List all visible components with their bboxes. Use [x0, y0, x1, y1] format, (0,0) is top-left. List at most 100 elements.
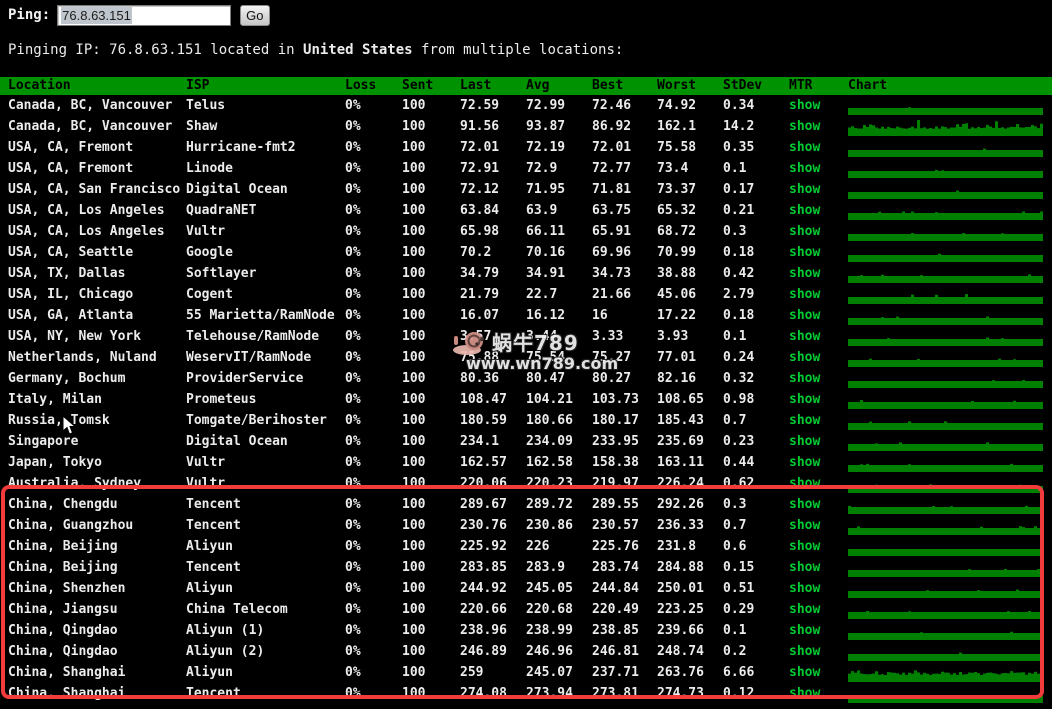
mtr-show-link[interactable]: show — [789, 371, 820, 386]
cell-worst: 38.88 — [657, 266, 697, 281]
latency-sparkline — [848, 515, 1045, 536]
ping-input[interactable]: 76.8.63.151 — [57, 4, 232, 26]
cell-best: 230.57 — [592, 518, 639, 533]
mtr-show-link[interactable]: show — [789, 266, 820, 281]
cell-worst: 274.73 — [657, 686, 704, 701]
cell-best: 237.71 — [592, 665, 639, 680]
cell-loss: 0% — [345, 224, 361, 239]
mtr-show-link[interactable]: show — [789, 182, 820, 197]
cell-stdev: 14.2 — [723, 119, 755, 134]
cell-best: 244.84 — [592, 581, 639, 596]
mtr-show-link[interactable]: show — [789, 392, 820, 407]
cell-last: 220.06 — [460, 476, 507, 491]
cell-sent: 100 — [402, 497, 426, 512]
mtr-show-link[interactable]: show — [789, 581, 820, 596]
mtr-show-link[interactable]: show — [789, 350, 820, 365]
table-row: China, Shanghai Aliyun 0% 100 259 245.07 237.7… — [0, 662, 1052, 683]
mtr-show-link[interactable]: show — [789, 476, 820, 491]
mtr-show-link[interactable]: show — [789, 686, 820, 701]
cell-sent: 100 — [402, 329, 426, 344]
cell-worst: 162.1 — [657, 119, 697, 134]
cell-stdev: 0.29 — [723, 602, 755, 617]
mtr-show-link[interactable]: show — [789, 665, 820, 680]
cell-avg: 72.99 — [526, 98, 566, 113]
cell-last: 3.57 — [460, 329, 492, 344]
mtr-show-link[interactable]: show — [789, 539, 820, 554]
cell-last: 63.84 — [460, 203, 500, 218]
mtr-show-link[interactable]: show — [789, 287, 820, 302]
mtr-show-link[interactable]: show — [789, 413, 820, 428]
mtr-show-link[interactable]: show — [789, 602, 820, 617]
cell-sent: 100 — [402, 308, 426, 323]
cell-worst: 185.43 — [657, 413, 704, 428]
cell-avg: 72.9 — [526, 161, 558, 176]
mtr-show-link[interactable]: show — [789, 98, 820, 113]
mtr-show-link[interactable]: show — [789, 644, 820, 659]
cell-stdev: 0.12 — [723, 686, 755, 701]
mtr-show-link[interactable]: show — [789, 245, 820, 260]
cell-location: Japan, Tokyo — [8, 455, 102, 470]
mtr-show-link[interactable]: show — [789, 329, 820, 344]
mtr-show-link[interactable]: show — [789, 203, 820, 218]
cell-mtr: show — [789, 242, 848, 263]
cell-sent: 100 — [402, 644, 426, 659]
cell-last: 91.56 — [460, 119, 500, 134]
table-row: Italy, Milan Prometeus 0% 100 108.47 104.21 10… — [0, 389, 1052, 410]
table-row: China, Guangzhou Tencent 0% 100 230.76 230.86… — [0, 515, 1052, 536]
cell-mtr: show — [789, 641, 848, 662]
go-button[interactable]: Go — [240, 4, 270, 26]
cell-isp: Tencent — [186, 497, 241, 512]
cell-isp: Aliyun (2) — [186, 644, 265, 659]
cell-stdev: 0.42 — [723, 266, 755, 281]
cell-sent: 100 — [402, 350, 426, 365]
cell-isp: China Telecom — [186, 602, 288, 617]
table-header-row: Location ISP Loss Sent Last Avg Best Wor… — [0, 77, 1052, 95]
latency-sparkline — [848, 410, 1045, 431]
mtr-show-link[interactable]: show — [789, 140, 820, 155]
mtr-show-link[interactable]: show — [789, 308, 820, 323]
cell-worst: 284.88 — [657, 560, 704, 575]
cell-sent: 100 — [402, 203, 426, 218]
cell-worst: 17.22 — [657, 308, 697, 323]
cell-loss: 0% — [345, 287, 361, 302]
mtr-show-link[interactable]: show — [789, 161, 820, 176]
mtr-show-link[interactable]: show — [789, 224, 820, 239]
cell-location: Canada, BC, Vancouver — [8, 98, 173, 113]
cell-best: 71.81 — [592, 182, 632, 197]
cell-sent: 100 — [402, 623, 426, 638]
cell-isp: Google — [186, 245, 233, 260]
cell-loss: 0% — [345, 665, 361, 680]
cell-worst: 108.65 — [657, 392, 704, 407]
cell-loss: 0% — [345, 581, 361, 596]
ping-results-table: Location ISP Loss Sent Last Avg Best Wor… — [0, 77, 1052, 704]
cell-location: USA, TX, Dallas — [8, 266, 126, 281]
mtr-show-link[interactable]: show — [789, 497, 820, 512]
latency-sparkline — [848, 347, 1045, 368]
cell-last: 283.85 — [460, 560, 507, 575]
cell-worst: 236.33 — [657, 518, 704, 533]
latency-sparkline — [848, 305, 1045, 326]
cell-avg: 234.09 — [526, 434, 573, 449]
cell-location: USA, CA, Fremont — [8, 161, 134, 176]
cell-best: 225.76 — [592, 539, 639, 554]
mtr-show-link[interactable]: show — [789, 119, 820, 134]
latency-sparkline — [848, 326, 1045, 347]
table-row: China, Chengdu Tencent 0% 100 289.67 289.72 28… — [0, 494, 1052, 515]
cell-best: 63.75 — [592, 203, 632, 218]
mtr-show-link[interactable]: show — [789, 434, 820, 449]
cell-stdev: 0.24 — [723, 350, 755, 365]
cell-loss: 0% — [345, 329, 361, 344]
cell-isp: Softlayer — [186, 266, 257, 281]
cell-last: 289.67 — [460, 497, 507, 512]
cell-isp: Vultr — [186, 455, 226, 470]
mtr-show-link[interactable]: show — [789, 623, 820, 638]
cell-best: 233.95 — [592, 434, 639, 449]
cell-last: 220.66 — [460, 602, 507, 617]
cell-worst: 263.76 — [657, 665, 704, 680]
mtr-show-link[interactable]: show — [789, 518, 820, 533]
mtr-show-link[interactable]: show — [789, 455, 820, 470]
mtr-show-link[interactable]: show — [789, 560, 820, 575]
cell-loss: 0% — [345, 602, 361, 617]
latency-sparkline — [848, 389, 1045, 410]
cell-last: 225.92 — [460, 539, 507, 554]
